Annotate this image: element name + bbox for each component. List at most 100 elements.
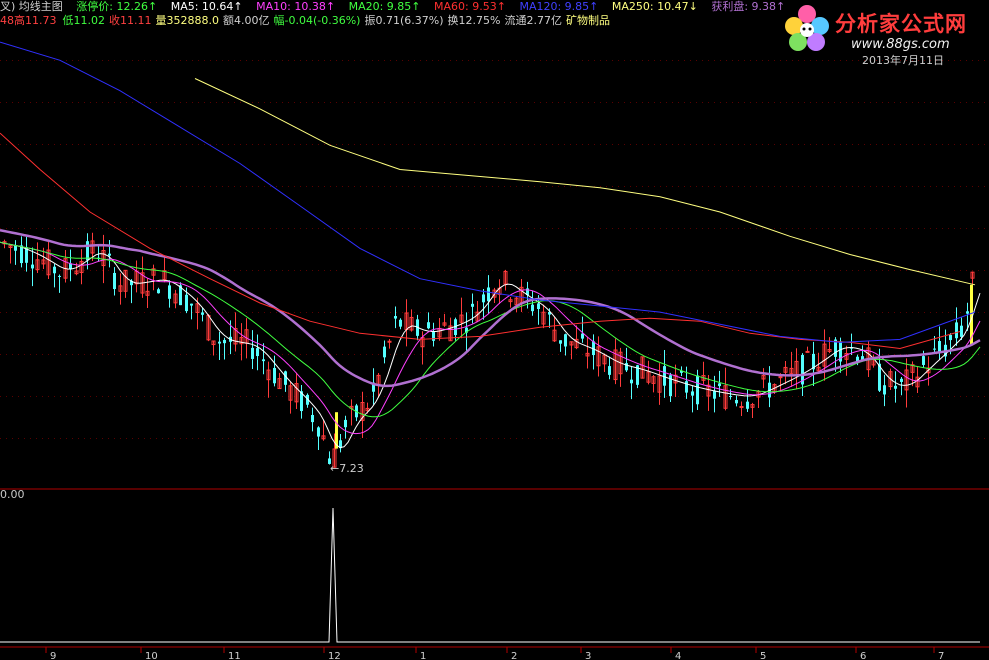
grid-dot <box>420 396 421 397</box>
grid-dot <box>828 270 829 271</box>
grid-dot <box>354 354 355 355</box>
grid-dot <box>378 228 379 229</box>
grid-dot <box>36 354 37 355</box>
grid-dot <box>504 102 505 103</box>
grid-dot <box>906 438 907 439</box>
grid-dot <box>912 102 913 103</box>
grid-dot <box>678 354 679 355</box>
grid-dot <box>72 270 73 271</box>
ma60-value: MA60: 9.53↑ <box>434 0 506 13</box>
candle-body-down <box>960 325 963 337</box>
grid-dot <box>780 438 781 439</box>
candle-body-up <box>805 350 810 353</box>
grid-dot <box>708 144 709 145</box>
grid-dot <box>642 396 643 397</box>
candle-body-down <box>559 340 562 344</box>
candle-body-down <box>955 322 958 339</box>
grid-dot <box>882 186 883 187</box>
grid-dot <box>162 144 163 145</box>
grid-dot <box>654 60 655 61</box>
grid-dot <box>984 270 985 271</box>
grid-dot <box>576 102 577 103</box>
grid-dot <box>336 270 337 271</box>
grid-dot <box>444 312 445 313</box>
grid-dot <box>222 396 223 397</box>
grid-dot <box>324 102 325 103</box>
grid-dot <box>882 354 883 355</box>
grid-dot <box>288 102 289 103</box>
grid-dot <box>96 228 97 229</box>
grid-dot <box>432 396 433 397</box>
indicator-title[interactable]: 叉) 均线主图 <box>0 0 63 14</box>
grid-dot <box>870 186 871 187</box>
grid-dot <box>468 270 469 271</box>
grid-dot <box>552 438 553 439</box>
grid-dot <box>138 354 139 355</box>
grid-dot <box>270 396 271 397</box>
grid-dot <box>264 312 265 313</box>
sector-name[interactable]: 矿物制品 <box>566 14 610 27</box>
grid-dot <box>606 312 607 313</box>
grid-dot <box>318 354 319 355</box>
grid-dot <box>684 396 685 397</box>
x-axis-label: 9 <box>50 651 56 660</box>
grid-dot <box>54 144 55 145</box>
grid-dot <box>690 354 691 355</box>
grid-dot <box>468 312 469 313</box>
grid-dot <box>504 438 505 439</box>
grid-dot <box>810 186 811 187</box>
grid-dot <box>792 438 793 439</box>
grid-dot <box>192 312 193 313</box>
grid-dot <box>954 438 955 439</box>
grid-dot <box>180 354 181 355</box>
grid-dot <box>276 228 277 229</box>
candle-body-down <box>630 379 633 384</box>
grid-dot <box>780 102 781 103</box>
grid-dot <box>438 102 439 103</box>
grid-dot <box>588 396 589 397</box>
grid-dot <box>228 102 229 103</box>
grid-dot <box>102 102 103 103</box>
grid-dot <box>636 228 637 229</box>
grid-dot <box>570 270 571 271</box>
grid-dot <box>240 438 241 439</box>
grid-dot <box>378 354 379 355</box>
candle-body-down <box>86 241 89 261</box>
grid-dot <box>750 354 751 355</box>
grid-dot <box>420 60 421 61</box>
grid-dot <box>546 354 547 355</box>
grid-dot <box>702 228 703 229</box>
ma10-value: MA10: 10.38↑ <box>256 0 336 13</box>
stock-chart[interactable]: 9 10 11 12 1 2 3 4 5 6 7 ←7.23 <box>0 0 989 660</box>
grid-dot <box>780 186 781 187</box>
grid-dot <box>672 396 673 397</box>
grid-dot <box>822 102 823 103</box>
grid-dot <box>18 312 19 313</box>
grid-dot <box>108 102 109 103</box>
grid-dot <box>630 60 631 61</box>
x-axis-label: 4 <box>675 651 681 660</box>
candle-body-down <box>53 266 56 274</box>
grid-dot <box>144 228 145 229</box>
grid-dot <box>0 102 1 103</box>
grid-dot <box>822 312 823 313</box>
grid-dot <box>120 102 121 103</box>
grid-dot <box>210 438 211 439</box>
grid-dot <box>840 312 841 313</box>
grid-dot <box>408 186 409 187</box>
logo-url: www.88gs.com <box>851 37 950 52</box>
grid-dot <box>552 102 553 103</box>
grid-dot <box>246 438 247 439</box>
grid-dot <box>690 396 691 397</box>
grid-dot <box>222 186 223 187</box>
grid-dot <box>570 228 571 229</box>
grid-dot <box>192 354 193 355</box>
grid-dot <box>264 228 265 229</box>
grid-dot <box>66 228 67 229</box>
grid-dot <box>726 186 727 187</box>
grid-dot <box>252 228 253 229</box>
grid-dot <box>870 270 871 271</box>
grid-dot <box>798 186 799 187</box>
grid-dot <box>744 186 745 187</box>
grid-dot <box>600 438 601 439</box>
